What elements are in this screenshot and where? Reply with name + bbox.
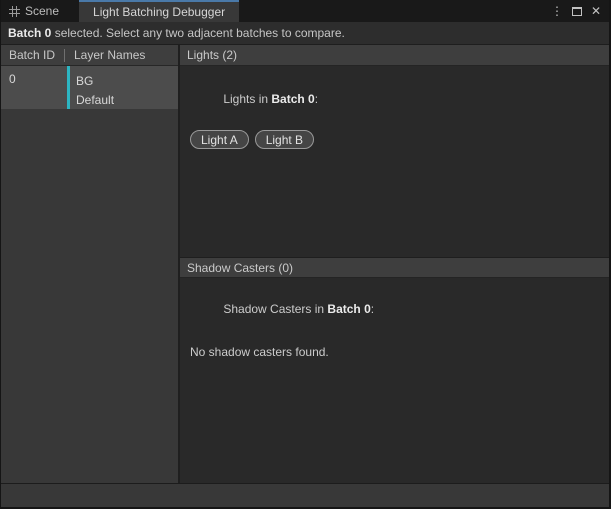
shadow-casters-in-batch-label: Shadow Casters in Batch 0: <box>190 288 599 330</box>
info-bar: Batch 0 selected. Select any two adjacen… <box>1 22 609 45</box>
tab-scene-label: Scene <box>25 4 59 18</box>
batch-details-panel: Lights (2) Lights in Batch 0: Light A Li… <box>180 45 609 483</box>
layer-names-cell: BG Default <box>70 66 114 109</box>
light-pill-list: Light A Light B <box>190 130 599 149</box>
tab-light-batching-debugger-label: Light Batching Debugger <box>93 5 225 19</box>
lights-section-content: Lights in Batch 0: Light A Light B <box>180 66 609 257</box>
lights-label-suffix: : <box>315 92 318 106</box>
layer-names-column-header: Layer Names <box>65 48 145 62</box>
layer-name: BG <box>76 72 114 91</box>
maximize-icon[interactable] <box>572 7 582 16</box>
shadow-casters-section-content: Shadow Casters in Batch 0: No shadow cas… <box>180 278 609 483</box>
lights-in-batch-label: Lights in Batch 0: <box>190 78 599 120</box>
lights-section-title: Lights (2) <box>187 48 237 62</box>
lights-label-batch: Batch 0 <box>271 92 314 106</box>
shadow-label-batch: Batch 0 <box>327 302 370 316</box>
main-area: Batch ID Layer Names 0 BG Default Lights… <box>1 45 609 483</box>
tab-bar: Scene Light Batching Debugger ⋮ ✕ <box>1 0 609 22</box>
scene-grid-icon <box>9 6 20 17</box>
no-shadow-casters-message: No shadow casters found. <box>190 345 599 359</box>
info-bar-selected-batch: Batch 0 <box>8 26 51 40</box>
tab-light-batching-debugger[interactable]: Light Batching Debugger <box>79 0 239 22</box>
kebab-menu-icon[interactable]: ⋮ <box>551 5 563 17</box>
lights-label-prefix: Lights in <box>223 92 271 106</box>
light-batching-debugger-window: Scene Light Batching Debugger ⋮ ✕ Batch … <box>0 0 611 509</box>
batch-id-column-header: Batch ID <box>1 48 64 62</box>
window-controls: ⋮ ✕ <box>551 0 609 22</box>
shadow-casters-section-title: Shadow Casters (0) <box>187 261 293 275</box>
light-pill-a[interactable]: Light A <box>190 130 249 149</box>
status-bar <box>1 483 609 507</box>
shadow-casters-section-header: Shadow Casters (0) <box>180 257 609 278</box>
layer-name: Default <box>76 91 114 110</box>
shadow-label-prefix: Shadow Casters in <box>223 302 327 316</box>
batch-id-cell: 0 <box>1 66 67 109</box>
batch-list-panel: Batch ID Layer Names 0 BG Default <box>1 45 180 483</box>
batch-row-0[interactable]: 0 BG Default <box>1 66 178 109</box>
close-icon[interactable]: ✕ <box>591 5 601 17</box>
info-bar-message: selected. Select any two adjacent batche… <box>51 26 345 40</box>
lights-section-header: Lights (2) <box>180 45 609 66</box>
shadow-label-suffix: : <box>371 302 374 316</box>
light-pill-b[interactable]: Light B <box>255 130 314 149</box>
tab-scene[interactable]: Scene <box>1 0 69 22</box>
batch-table-header: Batch ID Layer Names <box>1 45 178 66</box>
